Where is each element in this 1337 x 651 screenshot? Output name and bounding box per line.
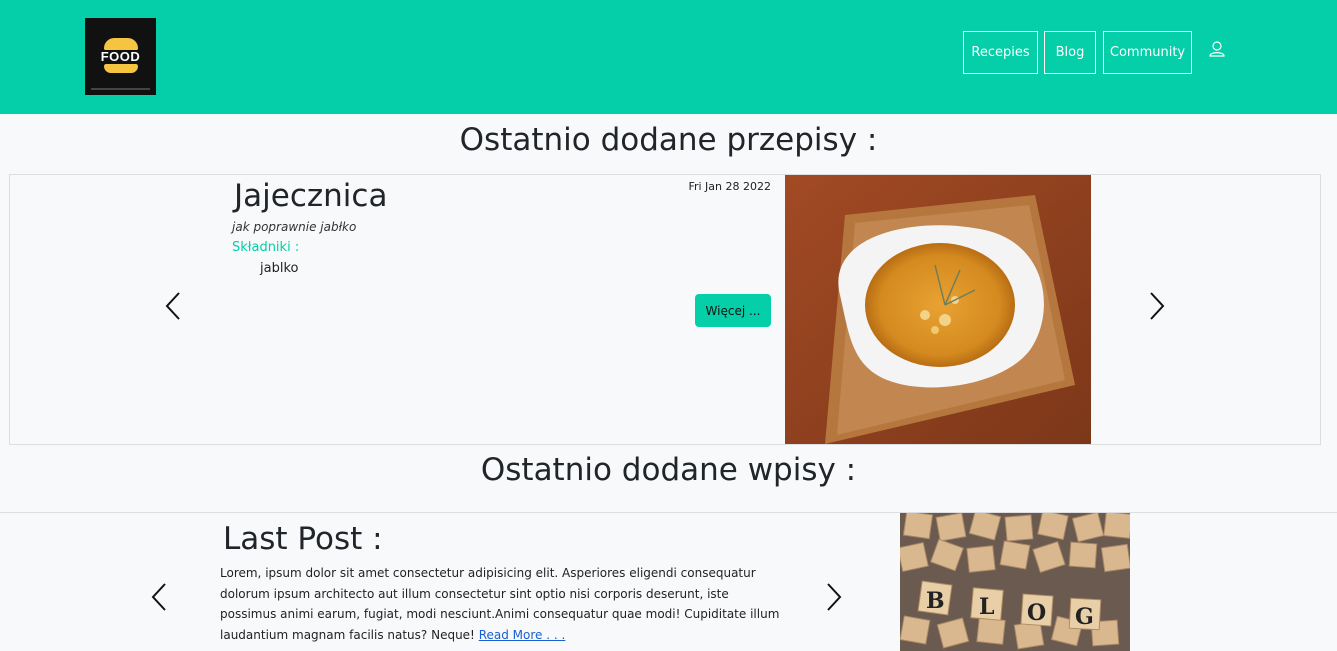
chevron-left-icon[interactable] xyxy=(150,582,170,612)
logo-text: FOOD xyxy=(100,49,141,64)
chevron-left-icon[interactable] xyxy=(164,291,184,321)
blog-letter-o: O xyxy=(1027,600,1046,626)
nav-community-button[interactable]: Community xyxy=(1103,31,1192,74)
recipes-section-title: Ostatnio dodane przepisy : xyxy=(459,122,878,158)
ingredient-item: jablko xyxy=(260,261,299,276)
recipe-image xyxy=(785,175,1091,444)
recipe-carousel xyxy=(9,174,1321,445)
blog-letter-b: B xyxy=(926,588,945,614)
section-divider xyxy=(0,512,1337,513)
logo-underline xyxy=(91,88,150,90)
top-navbar: FOOD Recepies Blog Community xyxy=(0,0,1337,114)
chevron-right-icon[interactable] xyxy=(1146,291,1166,321)
post-title: Last Post : xyxy=(223,521,383,557)
nav-recepies-button[interactable]: Recepies xyxy=(963,31,1038,74)
more-button[interactable]: Więcej ... xyxy=(695,294,771,327)
blog-letter-l: L xyxy=(979,594,994,620)
nav-blog-button[interactable]: Blog xyxy=(1044,31,1096,74)
recipe-date: Fri Jan 28 2022 xyxy=(688,180,771,193)
recipe-subtitle: jak poprawnie jabłko xyxy=(232,220,357,234)
posts-section-title: Ostatnio dodane wpisy : xyxy=(480,452,857,488)
post-body: Lorem, ipsum dolor sit amet consectetur … xyxy=(220,563,780,645)
blog-image: B L O G xyxy=(900,513,1130,651)
user-icon[interactable] xyxy=(1208,40,1226,58)
blog-letter-g: G xyxy=(1075,604,1094,630)
chevron-right-icon[interactable] xyxy=(823,582,843,612)
food-logo[interactable]: FOOD xyxy=(85,18,156,95)
burger-bun-bottom xyxy=(104,64,138,73)
recipe-title: Jajecznica xyxy=(234,178,388,214)
read-more-link[interactable]: Read More . . . xyxy=(479,628,566,642)
ingredients-label: Składniki : xyxy=(232,240,300,255)
